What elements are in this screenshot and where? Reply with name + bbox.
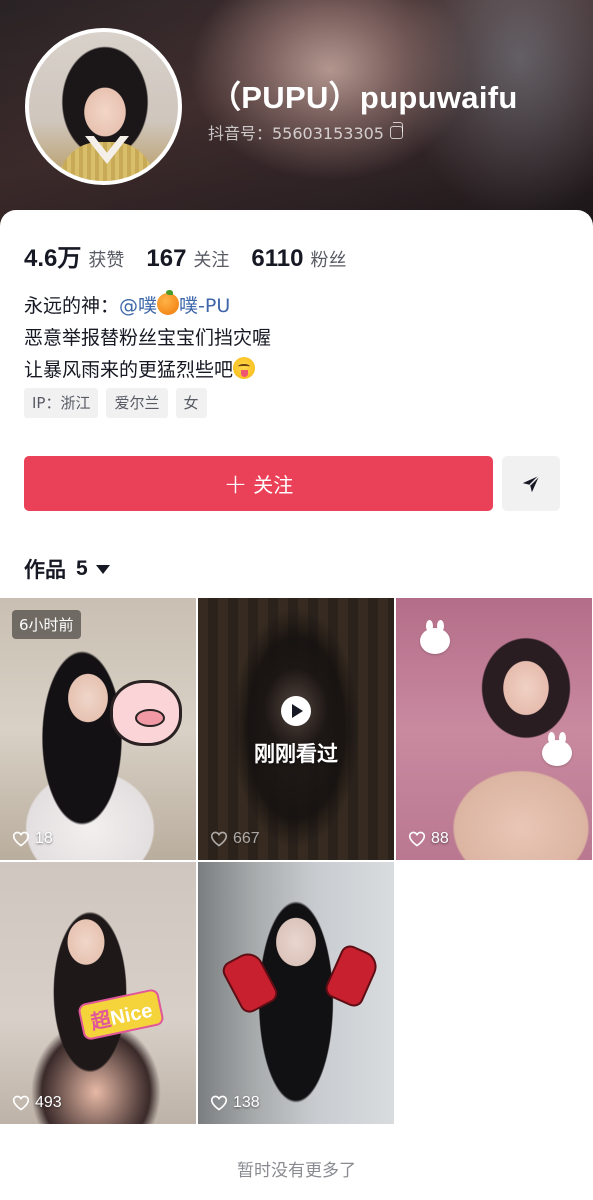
chao-nice-sticker: 超Nice bbox=[77, 987, 166, 1042]
sticker-text-nice: Nice bbox=[108, 999, 155, 1031]
like-count: 667 bbox=[210, 830, 260, 848]
follow-button[interactable]: + 关注 bbox=[24, 456, 493, 511]
profile-tags: IP：浙江 爱尔兰 女 bbox=[24, 388, 207, 418]
copy-icon[interactable] bbox=[389, 121, 403, 139]
works-count: 5 bbox=[76, 557, 88, 580]
tag-school: 爱尔兰 bbox=[106, 388, 168, 418]
like-count-value: 667 bbox=[233, 830, 260, 847]
like-count: 18 bbox=[12, 830, 53, 848]
video-tile-5[interactable]: 138 bbox=[198, 862, 394, 1124]
pig-sticker-icon bbox=[110, 680, 182, 746]
heart-icon bbox=[12, 1095, 30, 1111]
bunny-sticker-icon bbox=[420, 620, 450, 654]
stat-following-value: 167 bbox=[146, 245, 187, 272]
tag-ip: IP：浙江 bbox=[24, 388, 99, 418]
red-shoe-left bbox=[219, 947, 281, 1017]
bunny-sticker-icon bbox=[542, 732, 572, 766]
bio-line-3-text: 让暴风雨来的更猛烈些吧 bbox=[24, 359, 234, 381]
avatar[interactable] bbox=[25, 28, 182, 185]
tongue-out-emoji-icon bbox=[233, 357, 256, 379]
stat-followers-label: 粉丝 bbox=[310, 250, 347, 271]
tag-gender: 女 bbox=[175, 388, 207, 418]
caret-down-icon bbox=[95, 564, 110, 574]
follow-label: 关注 bbox=[253, 473, 294, 497]
douyin-id[interactable]: 抖音号：55603153305 bbox=[208, 120, 403, 144]
video-tile-1[interactable]: 6小时前 18 bbox=[0, 598, 196, 860]
heart-icon bbox=[408, 831, 426, 847]
stat-likes-value: 4.6万 bbox=[24, 245, 82, 272]
recently-watched-label: 刚刚看过 bbox=[254, 742, 338, 766]
time-badge: 6小时前 bbox=[12, 610, 81, 639]
stat-following[interactable]: 167 关注 bbox=[146, 245, 229, 273]
stats-row: 4.6万 获赞 167 关注 6110 粉丝 bbox=[24, 238, 369, 273]
like-count-value: 138 bbox=[233, 1094, 260, 1111]
bio-line-2: 恶意举报替粉丝宝宝们挡灾喔 bbox=[24, 327, 272, 349]
bio-prefix: 永远的神： bbox=[24, 295, 120, 317]
send-message-button[interactable] bbox=[502, 456, 560, 511]
bio-mention[interactable]: @噗 噗-PU bbox=[119, 290, 231, 317]
no-more-hint: 暂时没有更多了 bbox=[237, 1161, 356, 1181]
video-tile-4[interactable]: 超Nice 493 bbox=[0, 862, 196, 1124]
profile-card: 4.6万 获赞 167 关注 6110 粉丝 永远的神：@噗 噗-PU 恶意举报替… bbox=[0, 210, 593, 1200]
bio-line-1: 永远的神：@噗 噗-PU bbox=[24, 290, 271, 322]
bio-mention-part-b: 噗-PU bbox=[179, 295, 231, 317]
play-icon bbox=[281, 696, 311, 726]
red-shoe-right bbox=[322, 942, 382, 1010]
bio-mention-part-a: @噗 bbox=[119, 295, 158, 317]
like-count-value: 18 bbox=[35, 830, 53, 847]
video-tile-2[interactable]: 刚刚看过 667 bbox=[198, 598, 394, 860]
heart-icon bbox=[210, 831, 228, 847]
like-count-value: 493 bbox=[35, 1094, 62, 1111]
profile-header-background: （PUPU）pupuwaifu 抖音号：55603153305 bbox=[0, 0, 593, 230]
like-count-value: 88 bbox=[431, 830, 449, 847]
bio: 永远的神：@噗 噗-PU 恶意举报替粉丝宝宝们挡灾喔 让暴风雨来的更猛烈些吧 bbox=[24, 290, 271, 386]
like-count: 493 bbox=[12, 1094, 62, 1112]
stat-followers[interactable]: 6110 粉丝 bbox=[251, 245, 346, 273]
douyin-id-text: 抖音号：55603153305 bbox=[208, 124, 384, 143]
works-title: 作品 bbox=[24, 558, 66, 582]
nickname: （PUPU）pupuwaifu bbox=[210, 80, 518, 115]
stat-followers-value: 6110 bbox=[251, 245, 304, 272]
heart-icon bbox=[210, 1095, 228, 1111]
avatar-shirt bbox=[59, 142, 154, 181]
video-tile-3[interactable]: 88 bbox=[396, 598, 592, 860]
heart-icon bbox=[12, 831, 30, 847]
stat-likes-label: 获赞 bbox=[88, 250, 125, 271]
stat-following-label: 关注 bbox=[193, 250, 230, 271]
bio-line-3: 让暴风雨来的更猛烈些吧 bbox=[24, 354, 271, 386]
orange-emoji-icon bbox=[157, 290, 180, 315]
like-count: 88 bbox=[408, 830, 449, 848]
paper-plane-icon bbox=[522, 474, 540, 492]
recently-watched-overlay: 刚刚看过 bbox=[198, 696, 394, 768]
works-tab[interactable]: 作品 5 bbox=[24, 554, 110, 584]
like-count: 138 bbox=[210, 1094, 260, 1112]
plus-icon: + bbox=[223, 466, 248, 500]
stat-likes: 4.6万 获赞 bbox=[24, 238, 124, 273]
